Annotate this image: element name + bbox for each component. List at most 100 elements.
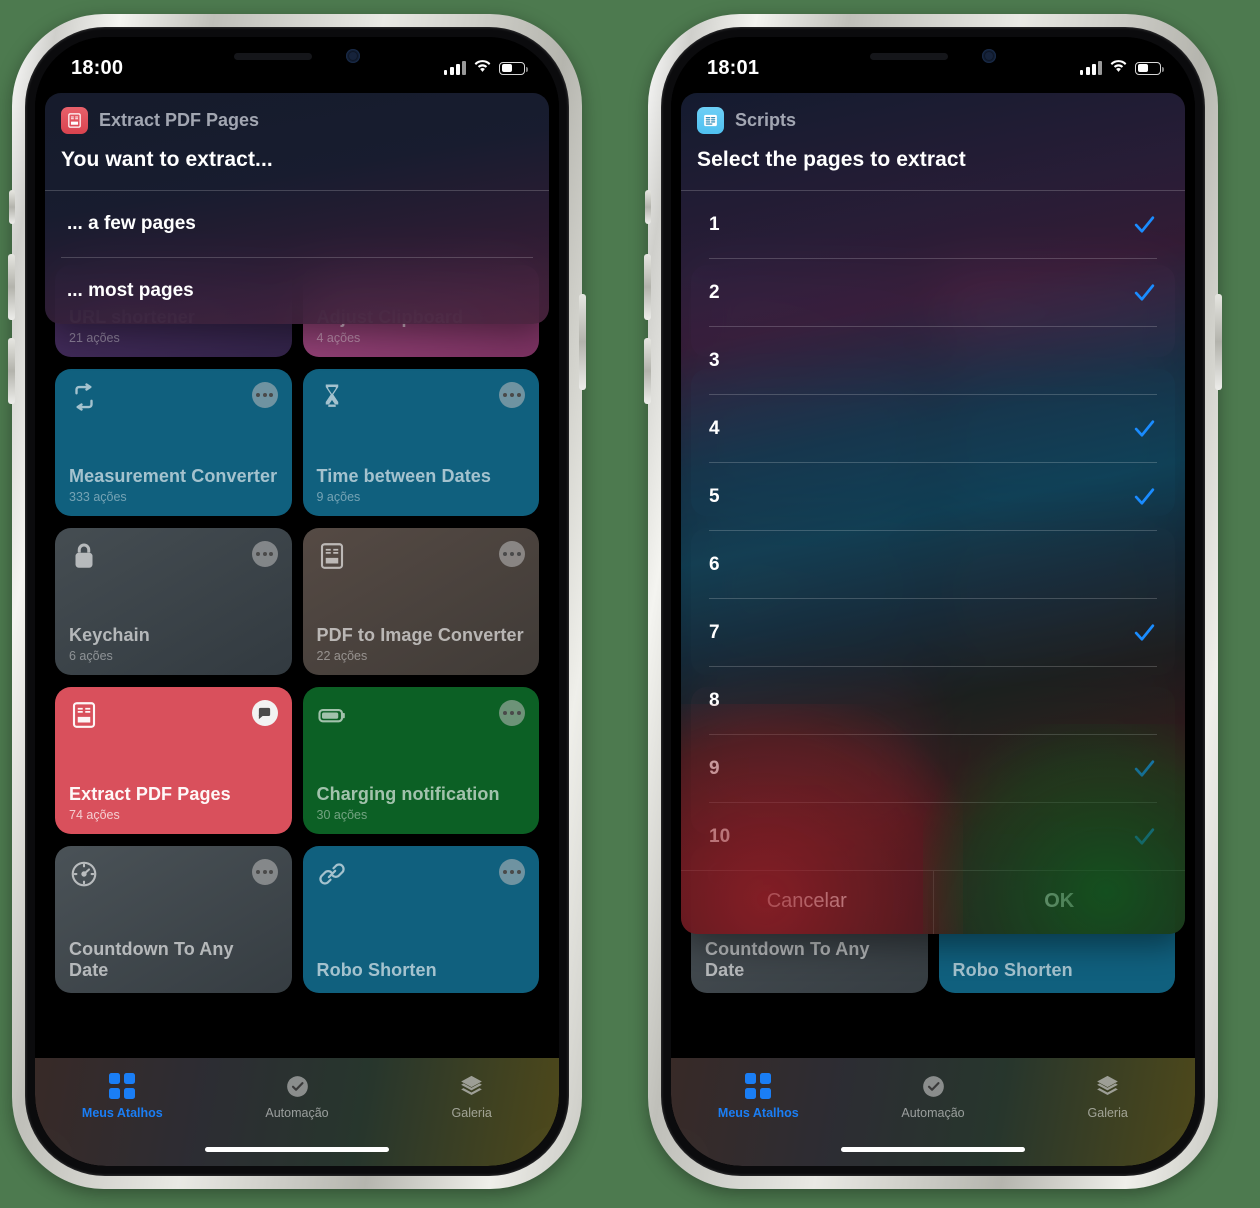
volume-down-button[interactable] [8,338,15,404]
tab-label: Meus Atalhos [717,1106,799,1120]
shortcut-card-robo-shorten[interactable]: Robo Shorten [302,846,539,993]
ellipsis-icon[interactable] [499,541,525,567]
tab-label: Automação [901,1106,965,1120]
status-bar-right: 18:01 [671,37,1195,85]
shortcut-subtitle: 9 ações [316,490,361,504]
ellipsis-icon[interactable] [499,859,525,885]
wifi-icon [1109,59,1128,78]
volume-down-button[interactable] [644,338,651,404]
battery-icon [499,61,528,75]
volume-up-button[interactable] [8,254,15,320]
page-list: 1 2 3 4 5 6 7 8 9 10 Cancelar OK [681,191,1185,934]
tab-meus-atalhos[interactable]: Meus Atalhos [35,1072,210,1166]
checkmark-icon [1132,756,1157,781]
ellipsis-icon[interactable] [251,541,278,567]
screenshot-stage: URL shortener 21 ações Adjust Clipboard … [0,0,1260,1208]
phone-screen-left: URL shortener 21 ações Adjust Clipboard … [35,37,559,1166]
shortcut-card-extract-pdf-pages[interactable]: Extract PDF Pages 74 ações [55,687,292,834]
tab-galeria[interactable]: Galeria [1020,1072,1195,1166]
chat-bubble-icon[interactable] [251,700,278,726]
dialog-actions: Cancelar OK [681,871,1185,934]
tab-galeria[interactable]: Galeria [384,1072,559,1166]
page-row-4[interactable]: 4 [681,395,1185,462]
power-button[interactable] [1215,294,1222,390]
page-row-10[interactable]: 10 [681,803,1185,870]
lock-icon [69,541,99,571]
tab-label: Automação [265,1106,329,1120]
shortcut-card-pdf-to-image[interactable]: PDF to Image Converter 22 ações [302,528,539,675]
phone-screen-right: Countdown To Any Date Robo Shorten Meus … [671,37,1195,1166]
checkmark-icon [1132,280,1157,305]
clock-icon [284,1072,311,1100]
shortcut-title: Charging notification [316,783,500,804]
grid-squares-icon [109,1072,136,1100]
page-row-7[interactable]: 7 [681,599,1185,666]
dialog-app-header: Extract PDF Pages [45,93,549,134]
shortcut-title: Time between Dates [316,465,492,486]
layers-icon [1094,1072,1121,1100]
ellipsis-icon[interactable] [251,382,278,408]
grid-squares-icon [745,1072,772,1100]
tab-label: Galeria [1087,1106,1128,1120]
clock-icon [920,1072,947,1100]
shortcut-title: PDF to Image Converter [316,624,524,645]
dialog-app-name: Scripts [735,110,797,130]
shortcut-subtitle: 333 ações [69,490,127,504]
status-bar-left: 18:00 [35,37,559,85]
page-number: 4 [709,417,720,439]
page-row-6[interactable]: 6 [681,531,1185,598]
status-indicators [1079,59,1164,78]
page-row-9[interactable]: 9 [681,735,1185,802]
ellipsis-icon[interactable] [499,700,525,726]
dialog-option-most-pages[interactable]: ... most pages [45,258,549,324]
convert-icon [69,382,99,412]
page-row-3[interactable]: 3 [681,327,1185,394]
shortcut-title: Countdown To Any Date [69,938,234,980]
checkmark-icon [1132,416,1157,441]
dialog-app-name: Extract PDF Pages [99,110,260,130]
checkmark-icon [1132,212,1157,237]
battery-icon [1135,61,1164,75]
shortcut-subtitle: 21 ações [69,331,120,345]
mute-switch[interactable] [9,190,15,224]
shortcut-card-countdown-to-any-date[interactable]: Countdown To Any Date [55,846,292,993]
page-number: 9 [709,757,720,779]
page-row-1[interactable]: 1 [681,191,1185,258]
page-row-5[interactable]: 5 [681,463,1185,530]
tab-meus-atalhos[interactable]: Meus Atalhos [671,1072,846,1166]
layers-icon [458,1072,485,1100]
status-clock: 18:01 [707,56,760,79]
cancel-button[interactable]: Cancelar [681,871,933,934]
checkmark-icon [1132,824,1157,849]
shortcut-card-measurement-converter[interactable]: Measurement Converter 333 ações [55,369,292,516]
dialog-app-header: Scripts [681,93,1185,134]
scripts-icon [697,107,724,134]
mute-switch[interactable] [645,190,651,224]
home-indicator[interactable] [841,1146,1025,1152]
page-row-8[interactable]: 8 [681,667,1185,734]
ok-button[interactable]: OK [934,871,1186,934]
ellipsis-icon[interactable] [499,382,525,408]
shortcut-title: Countdown To Any Date [705,938,870,980]
shortcut-title: Robo Shorten [316,959,437,980]
shortcut-card-time-between-dates[interactable]: Time between Dates 9 ações [302,369,539,516]
page-number: 2 [709,281,720,303]
home-indicator[interactable] [205,1146,389,1152]
cellular-signal-icon [443,61,466,75]
page-row-2[interactable]: 2 [681,259,1185,326]
shortcut-card-charging-notification[interactable]: Charging notification 30 ações [302,687,539,834]
checkmark-icon [1132,620,1157,645]
shortcut-subtitle: 22 ações [316,649,368,663]
page-number: 3 [709,349,720,371]
dialog-option-a-few-pages[interactable]: ... a few pages [45,191,549,257]
page-number: 7 [709,621,720,643]
phone-bezel-left: URL shortener 21 ações Adjust Clipboard … [25,27,569,1176]
pdf-doc-icon [61,107,88,134]
power-button[interactable] [579,294,586,390]
ellipsis-icon[interactable] [251,859,278,885]
shortcut-title: Robo Shorten [952,959,1073,980]
volume-up-button[interactable] [644,254,651,320]
cellular-signal-icon [1079,61,1102,75]
shortcut-card-keychain[interactable]: Keychain 6 ações [55,528,292,675]
page-number: 5 [709,485,720,507]
